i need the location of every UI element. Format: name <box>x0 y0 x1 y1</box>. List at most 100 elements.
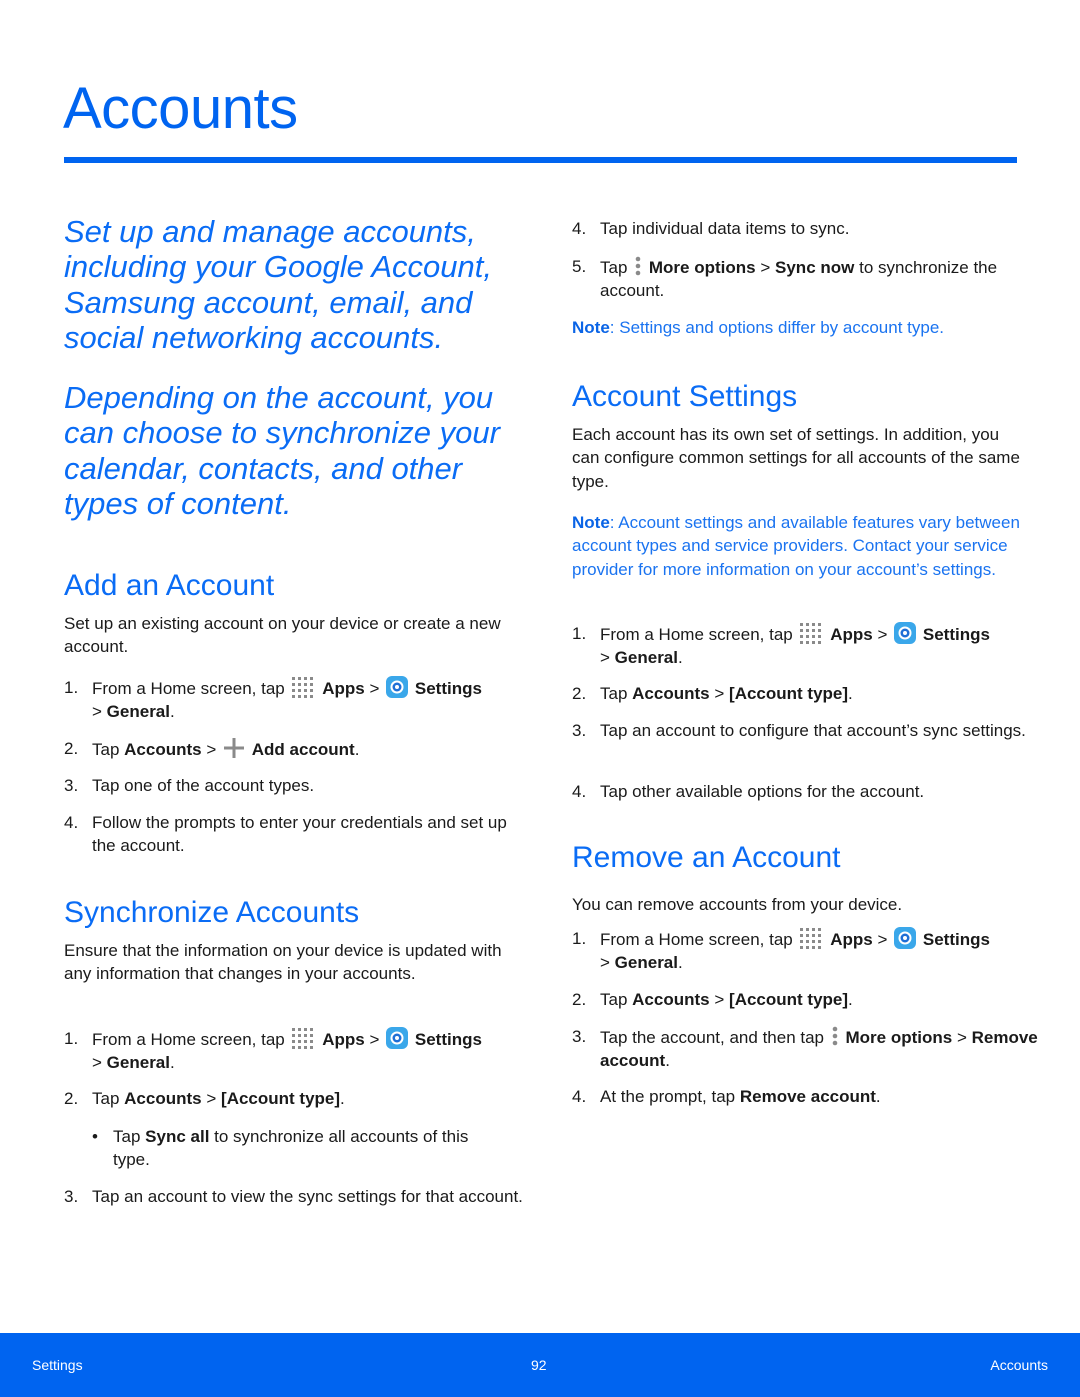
add-account-step-3: 3. Tap one of the account types. <box>64 774 542 797</box>
note-label: Note <box>572 513 610 532</box>
accounts-label: Accounts <box>632 684 710 703</box>
accounts-label: Accounts <box>632 990 710 1009</box>
step-number: 3. <box>64 1187 79 1206</box>
step-text: Tap the account, and then tap <box>600 1028 825 1047</box>
add-account-label: Add account <box>251 740 355 759</box>
title-divider <box>64 157 1017 163</box>
period: . <box>665 1051 670 1071</box>
account-settings-step-2: 2. Tap Accounts > [Account type]. <box>572 682 1050 705</box>
accounts-label: Accounts <box>124 1089 202 1108</box>
apps-label: Apps <box>830 930 873 949</box>
step-number: 3. <box>64 776 79 795</box>
remove-account-heading: Remove an Account <box>572 841 841 874</box>
period: . <box>848 990 853 1009</box>
step-text: Tap an account to view the sync settings… <box>92 1187 523 1206</box>
period: . <box>169 1053 175 1073</box>
page-title: Accounts <box>63 76 298 141</box>
step-number: 4. <box>572 1087 587 1106</box>
step-text: Tap other available options for the acco… <box>600 782 925 801</box>
period: . <box>340 1089 345 1108</box>
sync-step-3: 3. Tap an account to view the sync setti… <box>64 1185 542 1208</box>
note-text: : Settings and options differ by account… <box>609 318 945 337</box>
settings-label: Settings <box>922 625 990 644</box>
remove-account-step-2: 2. Tap Accounts > [Account type]. <box>572 988 1050 1011</box>
step-text: Tap <box>600 684 628 703</box>
step-number: 1. <box>572 624 587 643</box>
apps-label: Apps <box>830 625 873 644</box>
general-label: General <box>614 953 678 973</box>
sync-now-label: Sync now <box>775 258 855 277</box>
synchronize-accounts-heading: Synchronize Accounts <box>64 896 360 929</box>
period: . <box>169 702 175 722</box>
add-account-step-2: 2. Tap Accounts > Add account. <box>64 737 542 761</box>
step-number: 1. <box>64 678 79 697</box>
footer-chapter-label: Accounts <box>990 1357 1048 1373</box>
step-text: Tap <box>600 258 628 277</box>
step-number: 2. <box>572 990 587 1009</box>
apps-grid-icon <box>292 1028 314 1049</box>
settings-gear-icon <box>894 927 917 949</box>
bullet-text: Tap <box>113 1127 141 1146</box>
step-number: 2. <box>572 684 587 703</box>
footer-section-label: Settings <box>32 1357 83 1373</box>
step-text: At the prompt, tap <box>600 1087 736 1106</box>
separator: > <box>714 684 725 703</box>
sync-all-label: Sync all <box>145 1127 210 1146</box>
step-text: Tap one of the account types. <box>92 776 315 795</box>
step-number: 3. <box>572 721 587 740</box>
bullet-dot: • <box>92 1127 98 1146</box>
accounts-label: Accounts <box>124 740 202 759</box>
step-text: From a Home screen, tap <box>600 625 793 644</box>
step-number: 1. <box>572 929 587 948</box>
step-text: Tap <box>600 990 628 1009</box>
apps-grid-icon <box>800 928 822 949</box>
page-footer: Settings 92 Accounts <box>0 1333 1080 1397</box>
more-options-label: More options <box>648 258 756 277</box>
add-account-description: Set up an existing account on your devic… <box>64 614 501 657</box>
general-label: General <box>106 1053 170 1073</box>
step-number: 4. <box>572 782 587 801</box>
account-settings-description: Each account has its own set of settings… <box>572 425 1020 491</box>
settings-gear-icon <box>894 622 917 644</box>
period: . <box>848 684 853 703</box>
intro-paragraph-2: Depending on the account, you can choose… <box>64 380 500 521</box>
separator: > <box>206 740 217 759</box>
footer-page-number: 92 <box>531 1357 547 1373</box>
remove-account-step-3: 3. Tap the account, and then tap More op… <box>572 1025 1050 1073</box>
separator: > <box>600 953 610 973</box>
step-text: From a Home screen, tap <box>92 1030 285 1049</box>
settings-label: Settings <box>414 1030 482 1049</box>
separator: > <box>92 702 102 722</box>
account-type-label: [Account type] <box>729 684 849 703</box>
separator: > <box>92 1053 102 1073</box>
period: . <box>875 1087 881 1106</box>
sync-step-4: 4. Tap individual data items to sync. <box>572 217 1050 240</box>
intro-paragraph-1: Set up and manage accounts, including yo… <box>64 214 492 355</box>
add-account-heading: Add an Account <box>64 569 275 602</box>
step-text: Tap <box>92 1089 120 1108</box>
step-number: 5. <box>572 257 587 276</box>
account-settings-note: Note: Account settings and available fea… <box>572 511 1022 581</box>
account-settings-step-3: 3. Tap an account to configure that acco… <box>572 719 1050 742</box>
separator: > <box>956 1028 967 1047</box>
remove-account-description: You can remove accounts from your device… <box>572 895 903 914</box>
step-text: Tap <box>92 740 120 759</box>
remove-account-step-1: 1. From a Home screen, tap Apps > Settin… <box>572 927 1050 975</box>
step-number: 3. <box>572 1027 587 1046</box>
apps-label: Apps <box>322 1030 365 1049</box>
separator: > <box>877 930 888 949</box>
general-label: General <box>614 648 678 668</box>
plus-icon <box>224 738 245 758</box>
step-text: From a Home screen, tap <box>92 679 285 698</box>
step-number: 1. <box>64 1029 79 1048</box>
account-settings-heading: Account Settings <box>572 380 798 413</box>
synchronize-description: Ensure that the information on your devi… <box>64 941 502 984</box>
note-label: Note <box>572 318 610 337</box>
remove-account-step-4: 4. At the prompt, tap Remove account. <box>572 1085 1050 1108</box>
step-number: 2. <box>64 1089 79 1108</box>
step-number: 4. <box>64 813 79 832</box>
separator: > <box>877 625 888 644</box>
general-label: General <box>106 702 170 722</box>
separator: > <box>760 258 771 277</box>
separator: > <box>600 648 610 668</box>
